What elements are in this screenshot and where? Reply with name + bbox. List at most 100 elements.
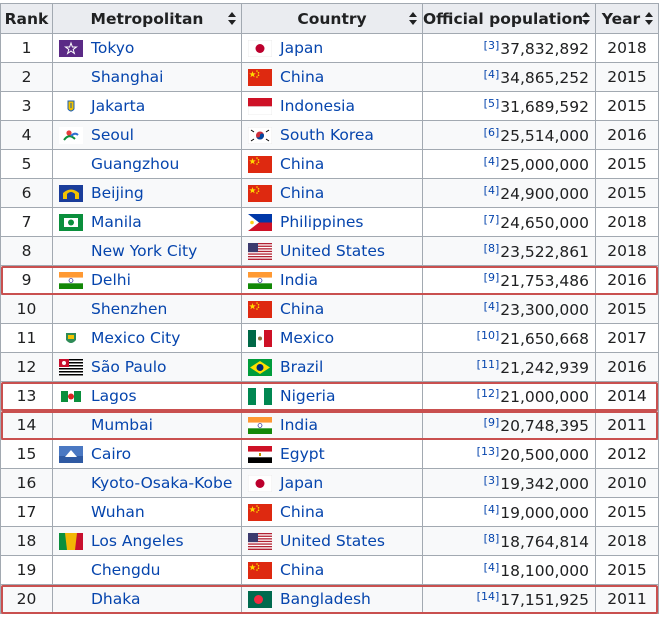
reference-link[interactable]: [4]: [484, 503, 500, 516]
city-link[interactable]: Kyoto-Osaka-Kobe: [91, 474, 232, 492]
flag-japan-icon[interactable]: [247, 39, 273, 57]
column-header-country[interactable]: Country: [241, 3, 423, 34]
reference-link[interactable]: [4]: [484, 184, 500, 197]
country-link[interactable]: Nigeria: [280, 387, 335, 405]
flag-china-icon[interactable]: [248, 155, 272, 173]
flag-usa-icon[interactable]: [248, 242, 272, 260]
beijing-emblem-icon[interactable]: [59, 184, 83, 202]
city-link[interactable]: Seoul: [91, 126, 134, 144]
flag-india-icon[interactable]: [248, 416, 272, 434]
sort-icon[interactable]: [228, 12, 236, 25]
flag-china-icon[interactable]: [248, 184, 272, 202]
flag-indonesia-icon[interactable]: [247, 97, 273, 115]
reference-link[interactable]: [4]: [484, 68, 500, 81]
country-link[interactable]: South Korea: [280, 126, 374, 144]
city-link[interactable]: Manila: [91, 213, 142, 231]
flag-usa-icon[interactable]: [248, 532, 272, 550]
city-link[interactable]: Mumbai: [91, 416, 153, 434]
tokyo-emblem-icon[interactable]: [59, 39, 83, 57]
reference-link[interactable]: [8]: [484, 532, 500, 545]
reference-link[interactable]: [5]: [484, 97, 500, 110]
country-link[interactable]: India: [280, 271, 318, 289]
flag-nigeria-icon[interactable]: [248, 387, 272, 405]
cairo-flag-icon[interactable]: [59, 445, 83, 463]
country-link[interactable]: Mexico: [280, 329, 334, 347]
city-link[interactable]: Shenzhen: [91, 300, 167, 318]
city-link[interactable]: Jakarta: [91, 97, 145, 115]
country-link[interactable]: China: [280, 561, 324, 579]
city-link[interactable]: Lagos: [91, 387, 137, 405]
flag-bangladesh-icon[interactable]: [248, 590, 272, 608]
city-link[interactable]: São Paulo: [91, 358, 167, 376]
country-link[interactable]: China: [280, 155, 324, 173]
flag-philippines-icon[interactable]: [248, 213, 272, 231]
manila-flag-icon[interactable]: [59, 213, 83, 231]
flag-india-icon[interactable]: [59, 271, 83, 289]
country-link[interactable]: Philippines: [280, 213, 364, 231]
flag-india-icon[interactable]: [248, 271, 272, 289]
seoul-emblem-icon[interactable]: [59, 126, 83, 144]
country-link[interactable]: Bangladesh: [280, 590, 371, 608]
country-link[interactable]: United States: [280, 242, 385, 260]
column-header-year[interactable]: Year: [595, 3, 659, 34]
reference-link[interactable]: [11]: [477, 358, 500, 371]
reference-link[interactable]: [8]: [484, 242, 500, 255]
country-link[interactable]: China: [280, 300, 324, 318]
flag-mexico-icon[interactable]: [248, 329, 272, 347]
reference-link[interactable]: [13]: [477, 445, 500, 458]
country-link[interactable]: China: [280, 184, 324, 202]
country-link[interactable]: Japan: [280, 474, 323, 492]
reference-link[interactable]: [4]: [484, 300, 500, 313]
city-link[interactable]: Mexico City: [91, 329, 180, 347]
country-link[interactable]: China: [280, 68, 324, 86]
reference-link[interactable]: [9]: [484, 416, 500, 429]
flag-south-korea-icon[interactable]: [247, 126, 273, 144]
country-link[interactable]: Brazil: [280, 358, 323, 376]
reference-link[interactable]: [3]: [484, 474, 500, 487]
flag-brazil-icon[interactable]: [248, 358, 272, 376]
reference-link[interactable]: [7]: [484, 213, 500, 226]
reference-link[interactable]: [14]: [477, 590, 500, 603]
reference-link[interactable]: [6]: [484, 126, 500, 139]
flag-egypt-icon[interactable]: [248, 445, 272, 463]
city-link[interactable]: Los Angeles: [91, 532, 184, 550]
reference-link[interactable]: [4]: [484, 155, 500, 168]
country-link[interactable]: India: [280, 416, 318, 434]
city-link[interactable]: Beijing: [91, 184, 144, 202]
country-link[interactable]: Indonesia: [280, 97, 355, 115]
sao-paulo-flag-icon[interactable]: [59, 358, 83, 376]
los-angeles-flag-icon[interactable]: [59, 532, 83, 550]
city-link[interactable]: Chengdu: [91, 561, 161, 579]
column-header-metropolitan[interactable]: Metropolitan: [52, 3, 242, 34]
sort-icon[interactable]: [409, 12, 417, 25]
sort-icon[interactable]: [582, 12, 590, 25]
city-link[interactable]: Wuhan: [91, 503, 145, 521]
flag-china-icon[interactable]: [248, 68, 272, 86]
city-link[interactable]: Shanghai: [91, 68, 163, 86]
country-link[interactable]: United States: [280, 532, 385, 550]
lagos-flag-icon[interactable]: [59, 387, 83, 405]
country-link[interactable]: Egypt: [280, 445, 325, 463]
city-link[interactable]: Tokyo: [91, 39, 134, 57]
reference-link[interactable]: [9]: [484, 271, 500, 284]
flag-china-icon[interactable]: [248, 503, 272, 521]
column-header-population[interactable]: Official population: [422, 3, 596, 34]
country-link[interactable]: Japan: [280, 39, 323, 57]
city-link[interactable]: Cairo: [91, 445, 131, 463]
reference-link[interactable]: [12]: [477, 387, 500, 400]
reference-link[interactable]: [3]: [484, 39, 500, 52]
flag-china-icon[interactable]: [248, 300, 272, 318]
jakarta-emblem-icon[interactable]: [59, 97, 83, 115]
country-link[interactable]: China: [280, 503, 324, 521]
flag-japan-icon[interactable]: [247, 474, 273, 492]
city-link[interactable]: New York City: [91, 242, 197, 260]
reference-link[interactable]: [10]: [477, 329, 500, 342]
city-link[interactable]: Dhaka: [91, 590, 140, 608]
city-link[interactable]: Guangzhou: [91, 155, 179, 173]
sort-icon[interactable]: [645, 12, 653, 25]
city-link[interactable]: Delhi: [91, 271, 131, 289]
reference-link[interactable]: [4]: [484, 561, 500, 574]
mexico-city-emblem-icon[interactable]: [59, 329, 83, 347]
flag-china-icon[interactable]: [248, 561, 272, 579]
column-header-rank[interactable]: Rank: [0, 3, 53, 34]
